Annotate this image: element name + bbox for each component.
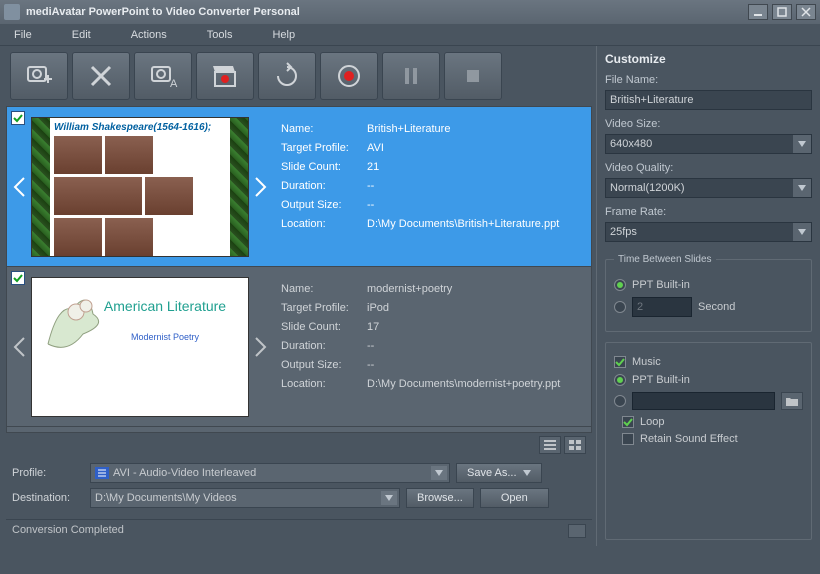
status-text: Conversion Completed xyxy=(12,524,124,538)
slide-thumbnail: William Shakespeare(1564-1616); xyxy=(31,117,249,257)
music-file-input[interactable] xyxy=(632,392,775,410)
retain-checkbox[interactable] xyxy=(622,433,634,445)
close-button[interactable] xyxy=(796,4,816,20)
time-custom-radio[interactable] xyxy=(614,301,626,313)
retain-label: Retain Sound Effect xyxy=(640,433,738,445)
menu-help[interactable]: Help xyxy=(272,29,295,41)
statusbar: Conversion Completed xyxy=(6,519,592,542)
framerate-label: Frame Rate: xyxy=(605,206,812,218)
toolbar: A xyxy=(6,52,592,100)
list-item[interactable]: American Literature Modernist Poetry Nam… xyxy=(7,267,591,427)
view-detail-button[interactable] xyxy=(564,436,586,454)
music-fieldset: Music PPT Built-in Loop Retain Sound Eff… xyxy=(605,342,812,540)
add-button[interactable] xyxy=(10,52,68,100)
item-meta: Name:modernist+poetry Target Profile:iPo… xyxy=(273,267,591,426)
svg-text:A: A xyxy=(170,78,178,90)
thumb-title: American Literature xyxy=(92,298,238,314)
refresh-button[interactable] xyxy=(258,52,316,100)
item-checkbox[interactable] xyxy=(11,111,25,125)
filename-input[interactable] xyxy=(605,90,812,110)
record-button[interactable] xyxy=(320,52,378,100)
menu-actions[interactable]: Actions xyxy=(131,29,167,41)
minimize-button[interactable] xyxy=(748,4,768,20)
menu-edit[interactable]: Edit xyxy=(72,29,91,41)
pause-button[interactable] xyxy=(382,52,440,100)
videosize-label: Video Size: xyxy=(605,118,812,130)
browse-button[interactable]: Browse... xyxy=(406,488,474,508)
item-meta: Name:British+Literature Target Profile:A… xyxy=(273,107,591,266)
menu-tools[interactable]: Tools xyxy=(207,29,233,41)
second-label: Second xyxy=(698,301,735,313)
music-custom-radio[interactable] xyxy=(614,395,626,407)
menubar: File Edit Actions Tools Help xyxy=(0,24,820,46)
videosize-select[interactable]: 640x480 xyxy=(605,134,812,154)
music-builtin-radio[interactable] xyxy=(614,374,626,386)
music-checkbox[interactable] xyxy=(614,356,626,368)
music-label: Music xyxy=(632,356,661,368)
open-button[interactable]: Open xyxy=(480,488,549,508)
maximize-button[interactable] xyxy=(772,4,792,20)
profile-combo[interactable]: AVI - Audio-Video Interleaved xyxy=(90,463,450,483)
save-as-button[interactable]: Save As... xyxy=(456,463,542,483)
next-slide-button[interactable] xyxy=(249,107,273,266)
thumb-caption: William Shakespeare(1564-1616); xyxy=(54,122,226,133)
list-item[interactable]: William Shakespeare(1564-1616); Name:Bri… xyxy=(7,107,591,267)
time-between-fieldset: Time Between Slides PPT Built-in 2 Secon… xyxy=(605,254,812,332)
videoquality-select[interactable]: Normal(1200K) xyxy=(605,178,812,198)
time-between-label: Time Between Slides xyxy=(614,254,716,265)
menu-file[interactable]: File xyxy=(14,29,32,41)
prev-slide-button[interactable] xyxy=(7,267,31,426)
music-browse-button[interactable] xyxy=(781,392,803,410)
time-builtin-radio[interactable] xyxy=(614,279,626,291)
loop-checkbox[interactable] xyxy=(622,416,634,428)
loop-label: Loop xyxy=(640,416,664,428)
music-builtin-label: PPT Built-in xyxy=(632,374,690,386)
delete-button[interactable] xyxy=(72,52,130,100)
time-builtin-label: PPT Built-in xyxy=(632,279,690,291)
window-title: mediAvatar PowerPoint to Video Converter… xyxy=(26,6,748,18)
next-slide-button[interactable] xyxy=(249,267,273,426)
app-icon xyxy=(4,4,20,20)
stop-button[interactable] xyxy=(444,52,502,100)
profile-label: Profile: xyxy=(12,467,84,479)
filename-label: File Name: xyxy=(605,74,812,86)
customize-panel: Customize File Name: Video Size: 640x480… xyxy=(596,46,820,546)
view-list-button[interactable] xyxy=(539,436,561,454)
clapper-button[interactable] xyxy=(196,52,254,100)
auto-button[interactable]: A xyxy=(134,52,192,100)
titlebar: mediAvatar PowerPoint to Video Converter… xyxy=(0,0,820,24)
item-checkbox[interactable] xyxy=(11,271,25,285)
customize-title: Customize xyxy=(605,52,812,66)
presentation-list: William Shakespeare(1564-1616); Name:Bri… xyxy=(6,106,592,433)
slide-thumbnail: American Literature Modernist Poetry xyxy=(31,277,249,417)
framerate-select[interactable]: 25fps xyxy=(605,222,812,242)
destination-label: Destination: xyxy=(12,492,84,504)
thumb-subtitle: Modernist Poetry xyxy=(92,332,238,342)
bottom-panel: Profile: AVI - Audio-Video Interleaved S… xyxy=(6,457,592,519)
videoquality-label: Video Quality: xyxy=(605,162,812,174)
status-toggle-button[interactable] xyxy=(568,524,586,538)
time-seconds-spinner[interactable]: 2 xyxy=(632,297,692,317)
destination-combo[interactable]: D:\My Documents\My Videos xyxy=(90,488,400,508)
prev-slide-button[interactable] xyxy=(7,107,31,266)
